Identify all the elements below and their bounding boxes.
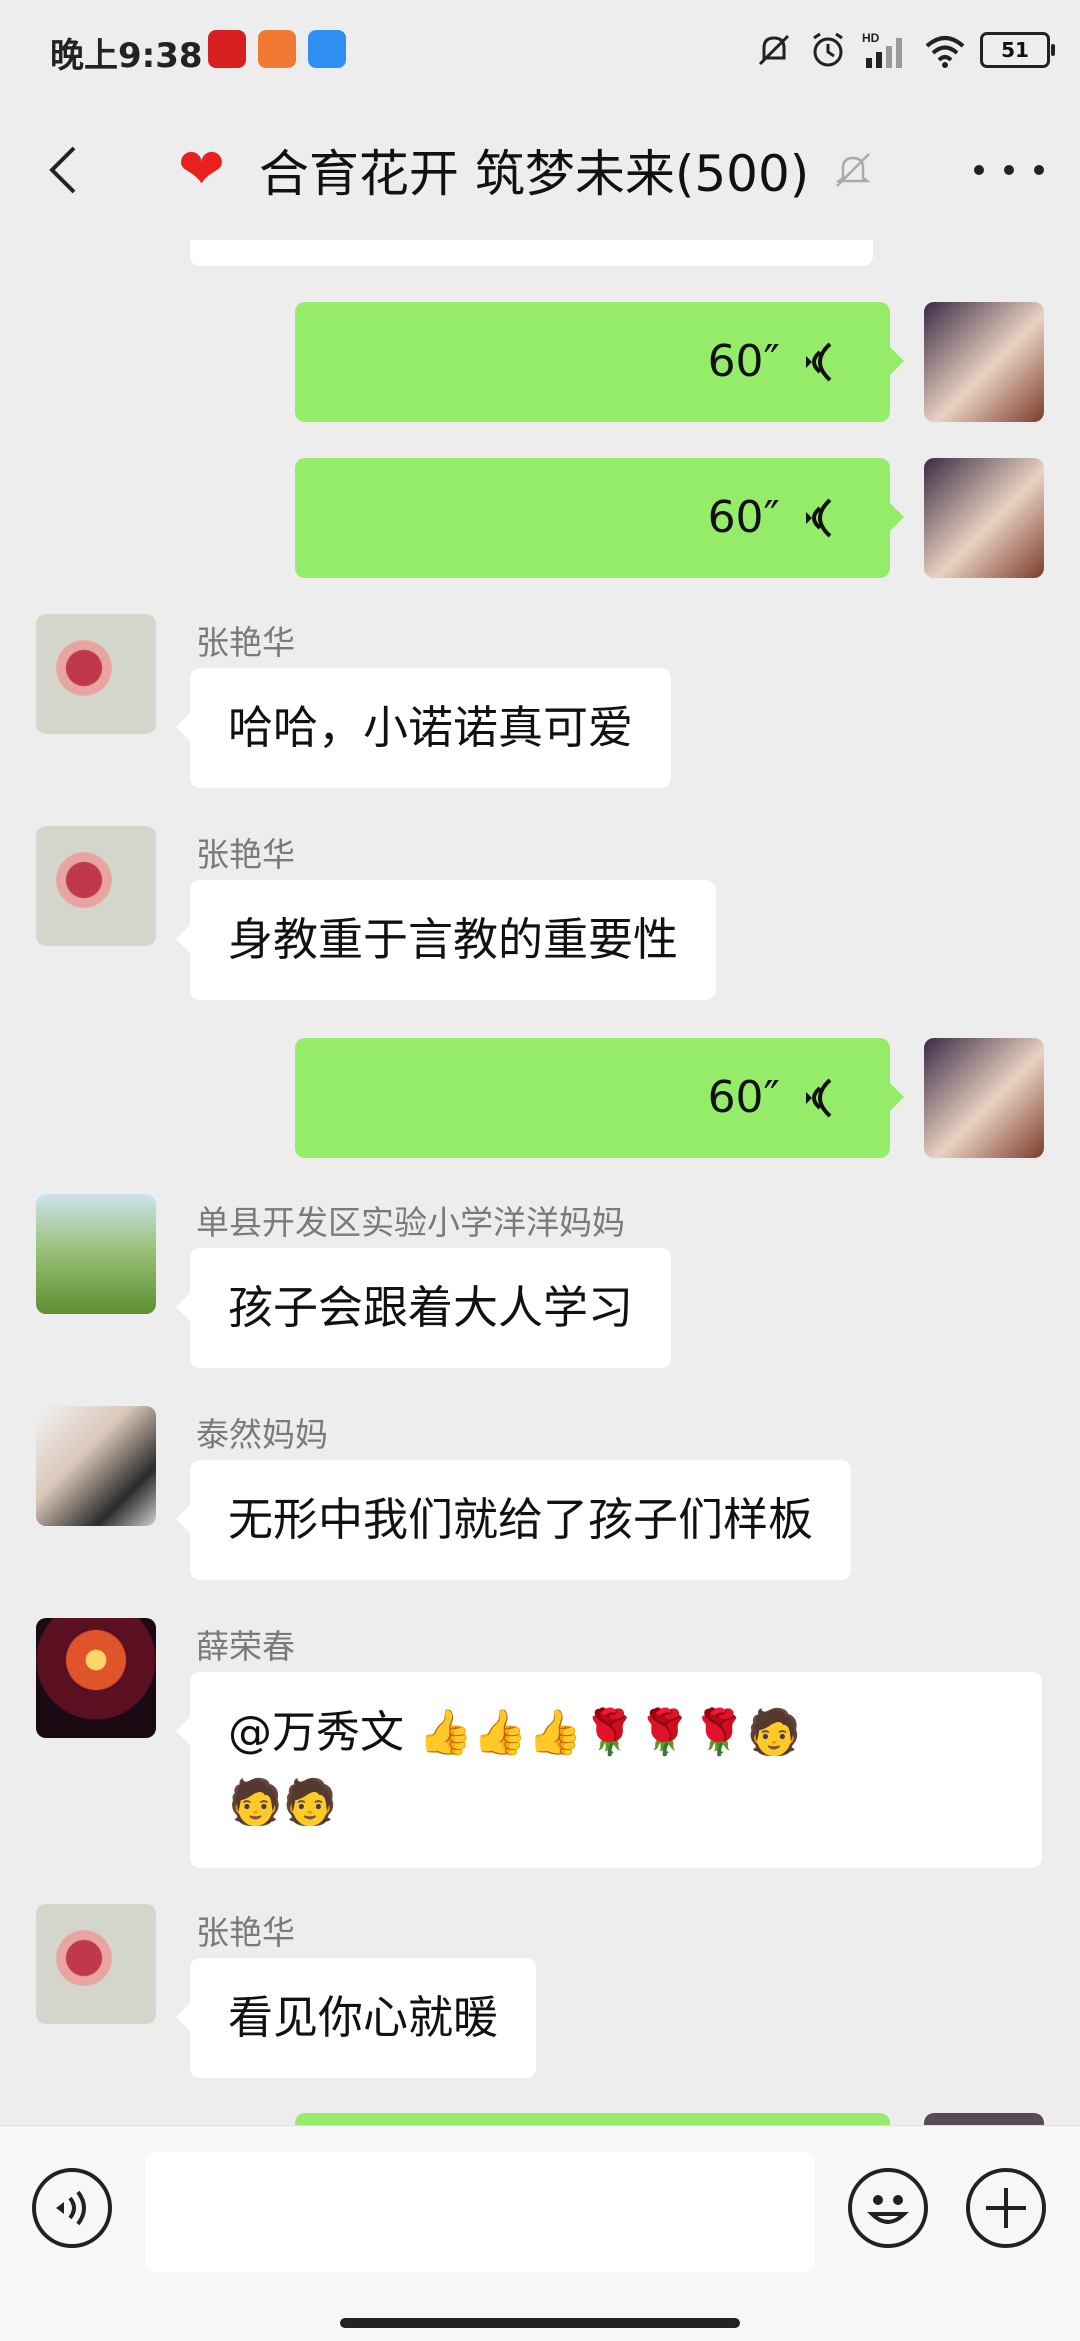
text-message-bubble[interactable]: 哈哈，小诺诺真可爱 (175, 668, 672, 788)
wifi-icon (924, 30, 966, 70)
signal-icon: HD (862, 30, 910, 70)
more-dot (1034, 165, 1044, 175)
my-avatar[interactable] (924, 458, 1044, 578)
text-message-bubble[interactable]: 身教重于言教的重要性 (175, 880, 717, 1000)
sender-avatar[interactable] (36, 1406, 156, 1526)
add-button[interactable] (966, 2168, 1046, 2248)
input-bar (0, 2125, 1080, 2341)
voice-message-bubble[interactable]: 60″ (295, 458, 904, 578)
voice-wave-icon (806, 342, 832, 382)
text-message-bubble[interactable]: 无形中我们就给了孩子们样板 (175, 1460, 852, 1580)
voice-duration: 60″ (707, 1072, 780, 1123)
sender-name: 张艳华 (196, 1913, 295, 1952)
message-line: @万秀文 👍👍👍🌹🌹🌹🧑 (228, 1707, 802, 1758)
app-notification-icon-red (208, 30, 246, 68)
chat-header: ❤ 合育花开 筑梦未来(500) (0, 100, 1080, 240)
voice-wave-icon (806, 498, 832, 538)
voice-message-bubble[interactable]: 60″ (295, 1038, 904, 1158)
voice-mode-icon (56, 2190, 86, 2226)
more-dot (974, 165, 984, 175)
chevron-left-icon (49, 146, 76, 194)
sender-avatar[interactable] (36, 1904, 156, 2024)
my-avatar[interactable] (924, 302, 1044, 422)
app-notification-icon-orange (258, 30, 296, 68)
back-button[interactable] (36, 140, 96, 200)
sender-avatar[interactable] (36, 614, 156, 734)
sender-name: 薛荣春 (196, 1627, 295, 1666)
text-message-bubble[interactable]: @万秀文 👍👍👍🌹🌹🌹🧑 🧑🧑 (176, 1672, 1042, 1868)
mute-icon (754, 30, 794, 70)
sender-name: 泰然妈妈 (196, 1415, 328, 1454)
text-message-bubble[interactable]: 孩子会跟着大人学习 (175, 1248, 672, 1368)
partial-avatar (924, 2113, 1044, 2125)
battery-indicator: 51 (980, 32, 1055, 68)
text-message-bubble[interactable]: 看见你心就暖 (175, 1958, 537, 2078)
message-line: 🧑🧑 (228, 1777, 338, 1828)
chat-message-list[interactable]: 60″ 60″ 张艳华 哈哈，小诺诺真可爱 张艳华 身教重于言教的重要性 60″… (0, 240, 1080, 2125)
bell-muted-icon (835, 153, 872, 187)
alarm-icon (808, 30, 848, 70)
voice-mode-button[interactable] (32, 2168, 112, 2248)
my-avatar[interactable] (924, 1038, 1044, 1158)
voice-duration: 60″ (707, 492, 780, 543)
voice-duration: 60″ (707, 336, 780, 387)
svg-text:HD: HD (862, 31, 880, 45)
app-notification-icon-blue (308, 30, 346, 68)
voice-wave-icon (806, 1078, 832, 1118)
sender-name: 张艳华 (196, 623, 295, 662)
partial-message-bubble (295, 2113, 890, 2125)
status-time: 晚上9:38 (50, 36, 203, 76)
emoji-icon (867, 2195, 909, 2224)
sender-avatar[interactable] (36, 1194, 156, 1314)
page-title[interactable]: 合育花开 筑梦未来(500) (259, 134, 809, 206)
sender-name: 单县开发区实验小学洋洋妈妈 (196, 1203, 625, 1242)
plus-icon (986, 2188, 1026, 2228)
message-input[interactable] (145, 2152, 815, 2272)
more-dot (1004, 165, 1014, 175)
partial-message-bubble (190, 240, 873, 266)
heart-icon: ❤ (178, 137, 225, 202)
home-indicator[interactable] (340, 2318, 740, 2328)
status-bar: 晚上9:38 HD 51 (0, 0, 1080, 100)
sender-name: 张艳华 (196, 835, 295, 874)
voice-message-bubble[interactable]: 60″ (295, 302, 904, 422)
sender-avatar[interactable] (36, 1618, 156, 1738)
more-button[interactable] (974, 142, 1044, 198)
sender-avatar[interactable] (36, 826, 156, 946)
emoji-button[interactable] (848, 2168, 928, 2248)
